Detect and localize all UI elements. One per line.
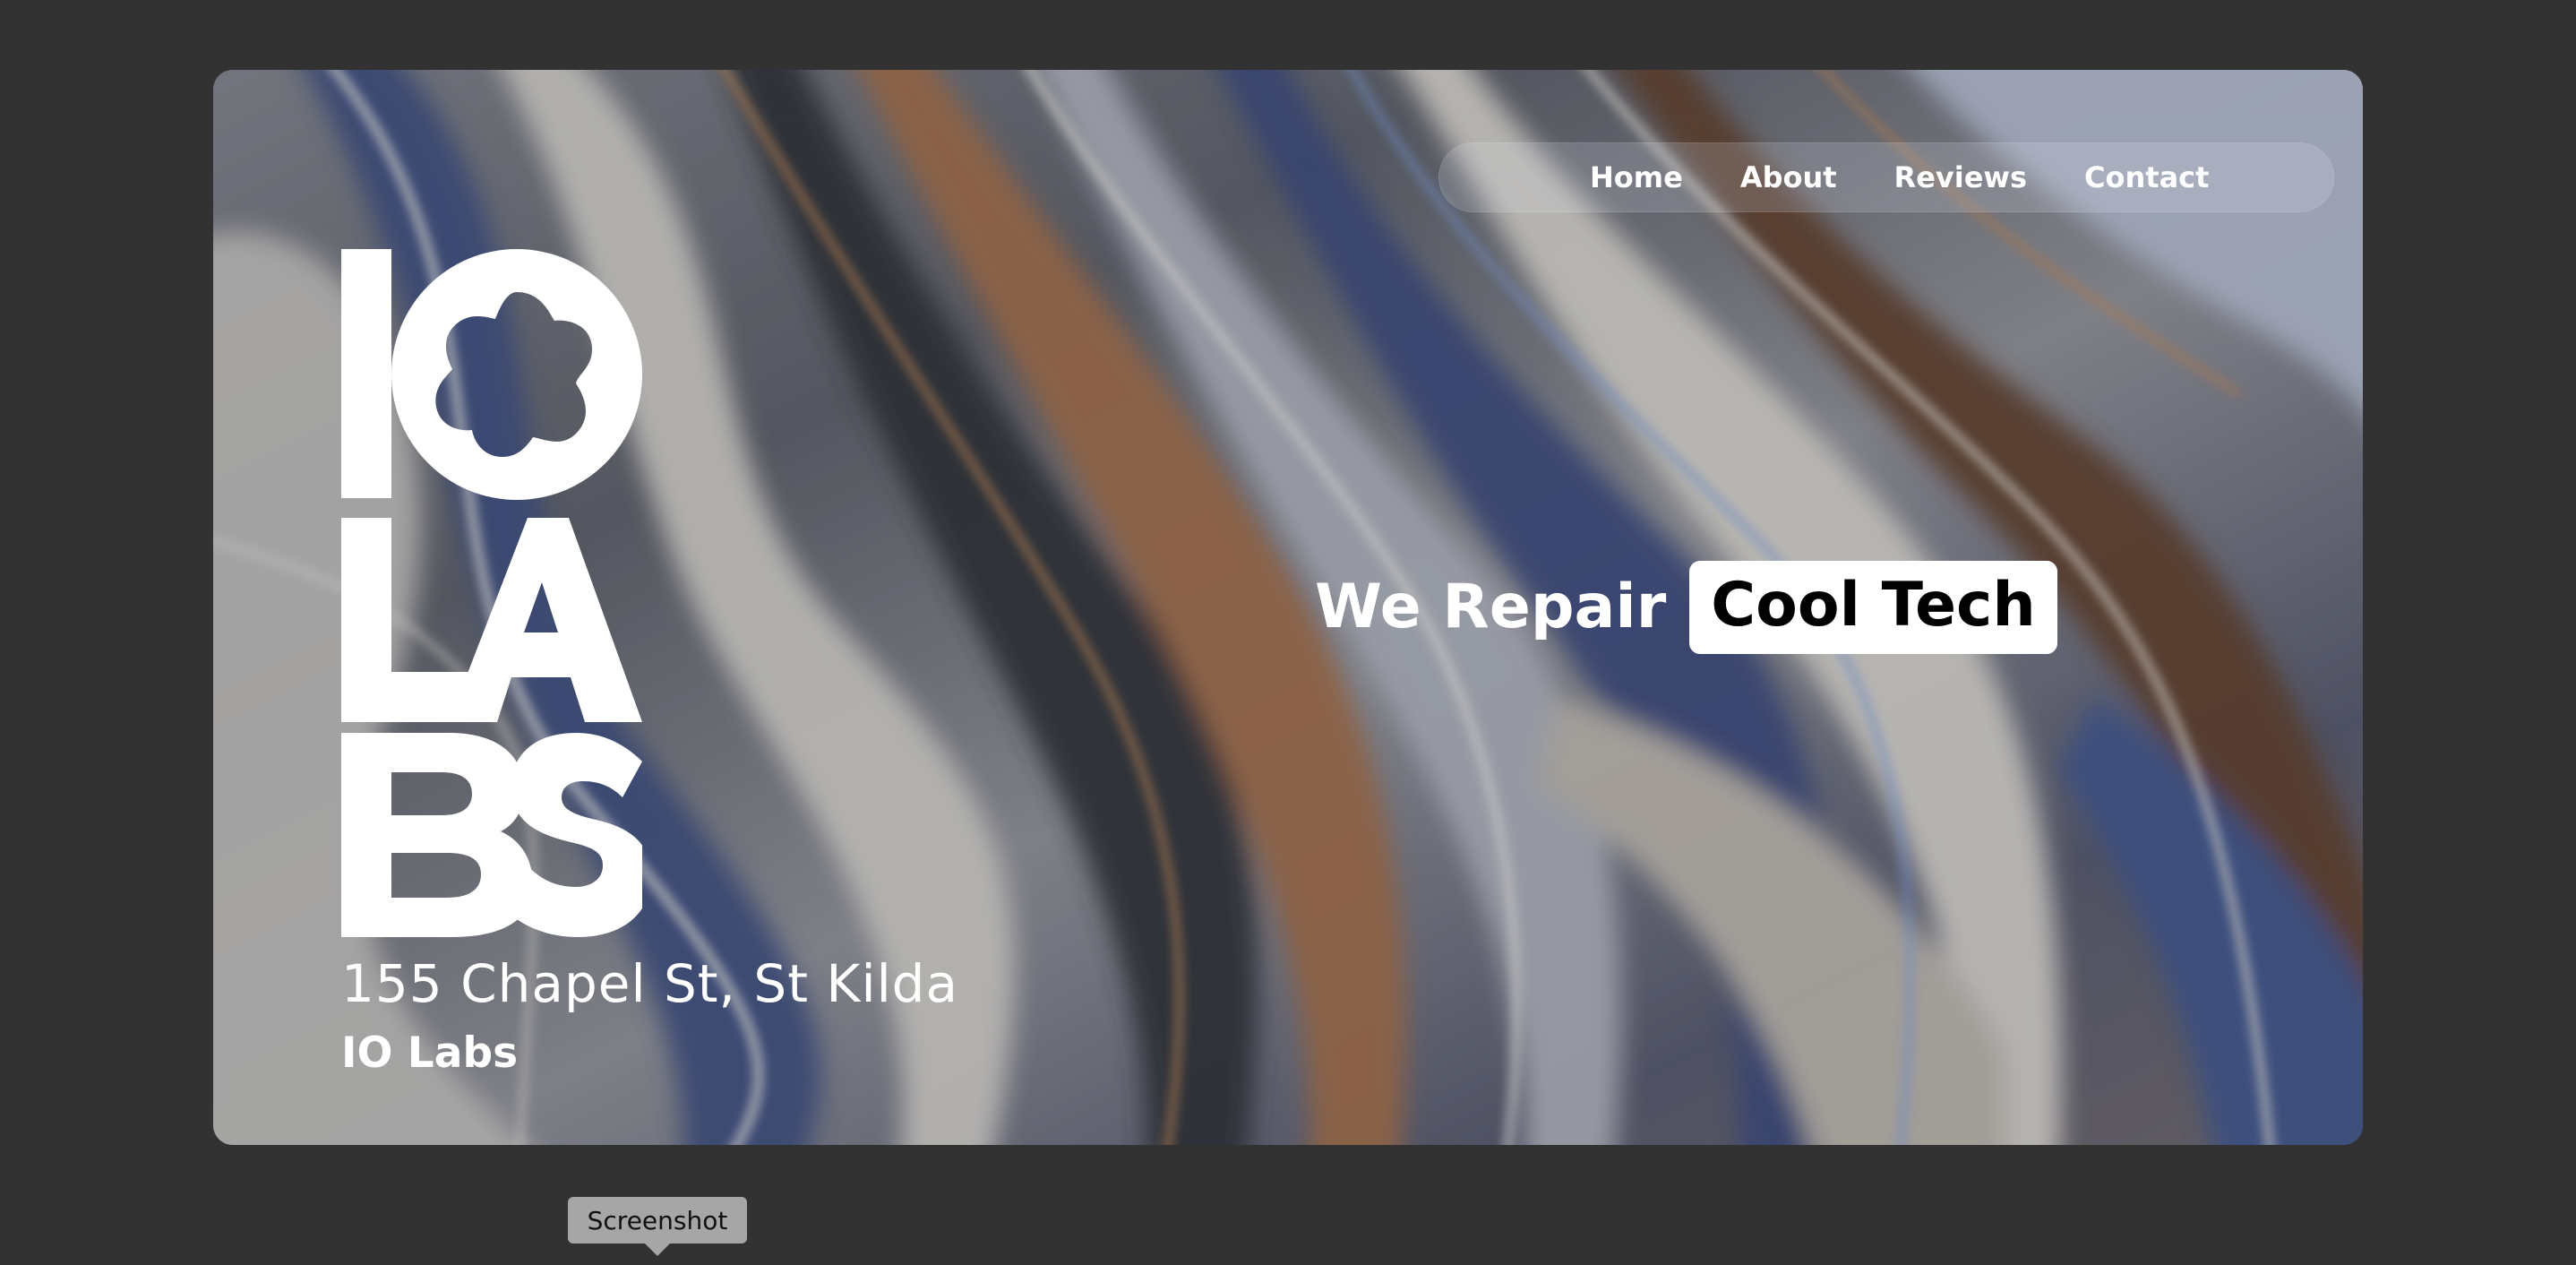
- nav-about-link[interactable]: About: [1740, 160, 1837, 194]
- hero-tagline: We Repair Cool Tech: [1315, 554, 2057, 661]
- page: Home About Reviews Contact 155 Chapel St…: [0, 0, 2576, 1265]
- nav-home-link[interactable]: Home: [1590, 160, 1683, 194]
- main-nav: Home About Reviews Contact: [1590, 142, 2209, 212]
- tagline-lead-text: We Repair: [1315, 572, 1667, 642]
- io-labs-logo[interactable]: [341, 249, 642, 937]
- screenshot-tooltip: Screenshot: [568, 1197, 747, 1243]
- hero-section: Home About Reviews Contact 155 Chapel St…: [213, 70, 2363, 1145]
- tooltip-arrow: [645, 1243, 670, 1256]
- tagline-highlight-badge: Cool Tech: [1689, 561, 2057, 654]
- address-text: 155 Chapel St, St Kilda: [341, 953, 959, 1014]
- nav-reviews-link[interactable]: Reviews: [1894, 160, 2027, 194]
- nav-contact-link[interactable]: Contact: [2084, 160, 2209, 194]
- brand-name: IO Labs: [341, 1028, 519, 1078]
